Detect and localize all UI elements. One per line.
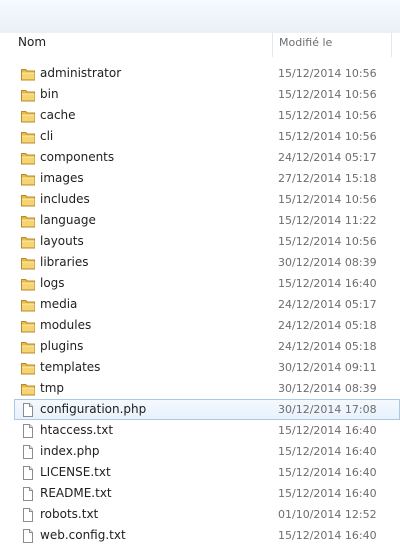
item-name: htaccess.txt (40, 423, 114, 437)
item-name: cache (40, 108, 76, 122)
folder-row[interactable]: templates 30/12/2014 09:11 (14, 357, 400, 378)
file-row[interactable]: configuration.php 30/12/2014 17:08 (14, 399, 400, 420)
item-name: plugins (40, 339, 84, 353)
item-name: README.txt (40, 486, 112, 500)
item-modified-date: 15/12/2014 10:56 (278, 67, 377, 80)
file-icon (20, 402, 36, 418)
folder-row[interactable]: logs 15/12/2014 16:40 (14, 273, 400, 294)
file-row[interactable]: htaccess.txt 15/12/2014 16:40 (14, 420, 400, 441)
item-modified-date: 27/12/2014 15:18 (278, 172, 377, 185)
item-name: web.config.txt (40, 528, 126, 542)
item-modified-date: 15/12/2014 16:40 (278, 529, 377, 542)
item-modified-date: 30/12/2014 17:08 (278, 403, 377, 416)
item-name: logs (40, 276, 65, 290)
item-modified-date: 15/12/2014 16:40 (278, 466, 377, 479)
file-row[interactable]: index.php 15/12/2014 16:40 (14, 441, 400, 462)
toolbar-strip (0, 0, 400, 34)
folder-row[interactable]: plugins 24/12/2014 05:18 (14, 336, 400, 357)
item-modified-date: 15/12/2014 11:22 (278, 214, 377, 227)
item-modified-date: 15/12/2014 16:40 (278, 277, 377, 290)
item-modified-date: 15/12/2014 10:56 (278, 88, 377, 101)
item-name: layouts (40, 234, 84, 248)
folder-row[interactable]: libraries 30/12/2014 08:39 (14, 252, 400, 273)
item-name: components (40, 150, 115, 164)
item-modified-date: 24/12/2014 05:18 (278, 319, 377, 332)
item-name: modules (40, 318, 92, 332)
folder-icon (20, 318, 36, 334)
item-modified-date: 30/12/2014 08:39 (278, 382, 377, 395)
item-modified-date: 24/12/2014 05:17 (278, 151, 377, 164)
folder-row[interactable]: components 24/12/2014 05:17 (14, 147, 400, 168)
file-row[interactable]: robots.txt 01/10/2014 12:52 (14, 504, 400, 525)
item-name: index.php (40, 444, 100, 458)
item-name: LICENSE.txt (40, 465, 111, 479)
column-divider[interactable] (272, 33, 273, 57)
item-modified-date: 15/12/2014 10:56 (278, 193, 377, 206)
item-modified-date: 15/12/2014 10:56 (278, 130, 377, 143)
item-modified-date: 01/10/2014 12:52 (278, 508, 377, 521)
folder-icon (20, 108, 36, 124)
folder-icon (20, 255, 36, 271)
item-name: robots.txt (40, 507, 99, 521)
folder-row[interactable]: cache 15/12/2014 10:56 (14, 105, 400, 126)
column-divider[interactable] (391, 33, 392, 57)
folder-row[interactable]: cli 15/12/2014 10:56 (14, 126, 400, 147)
folder-row[interactable]: language 15/12/2014 11:22 (14, 210, 400, 231)
file-icon (20, 528, 36, 544)
item-modified-date: 30/12/2014 08:39 (278, 256, 377, 269)
folder-row[interactable]: bin 15/12/2014 10:56 (14, 84, 400, 105)
item-name: language (40, 213, 96, 227)
folder-row[interactable]: modules 24/12/2014 05:18 (14, 315, 400, 336)
item-name: images (40, 171, 84, 185)
item-modified-date: 15/12/2014 10:56 (278, 109, 377, 122)
item-name: configuration.php (40, 402, 147, 416)
folder-icon (20, 360, 36, 376)
file-icon (20, 465, 36, 481)
file-row[interactable]: LICENSE.txt 15/12/2014 16:40 (14, 462, 400, 483)
item-modified-date: 24/12/2014 05:17 (278, 298, 377, 311)
item-name: libraries (40, 255, 89, 269)
file-icon (20, 507, 36, 523)
item-modified-date: 15/12/2014 10:56 (278, 235, 377, 248)
folder-icon (20, 129, 36, 145)
folder-icon (20, 339, 36, 355)
item-modified-date: 15/12/2014 16:40 (278, 424, 377, 437)
column-header-name[interactable]: Nom (18, 33, 271, 52)
folder-row[interactable]: includes 15/12/2014 10:56 (14, 189, 400, 210)
item-modified-date: 15/12/2014 16:40 (278, 445, 377, 458)
folder-icon (20, 192, 36, 208)
folder-icon (20, 150, 36, 166)
file-icon (20, 444, 36, 460)
item-name: media (40, 297, 78, 311)
folder-icon (20, 87, 36, 103)
folder-icon (20, 234, 36, 250)
item-modified-date: 24/12/2014 05:18 (278, 340, 377, 353)
folder-row[interactable]: administrator 15/12/2014 10:56 (14, 63, 400, 84)
file-row[interactable]: README.txt 15/12/2014 16:40 (14, 483, 400, 504)
item-modified-date: 30/12/2014 09:11 (278, 361, 377, 374)
column-header-modified[interactable]: Modifié le (279, 33, 389, 52)
item-name: includes (40, 192, 90, 206)
folder-row[interactable]: tmp 30/12/2014 08:39 (14, 378, 400, 399)
folder-icon (20, 381, 36, 397)
file-icon (20, 423, 36, 439)
folder-row[interactable]: media 24/12/2014 05:17 (14, 294, 400, 315)
folder-icon (20, 171, 36, 187)
folder-row[interactable]: layouts 15/12/2014 10:56 (14, 231, 400, 252)
column-header-row: Nom Modifié le (0, 33, 400, 57)
item-name: cli (40, 129, 54, 143)
item-modified-date: 15/12/2014 16:40 (278, 487, 377, 500)
folder-icon (20, 213, 36, 229)
item-name: templates (40, 360, 101, 374)
item-name: bin (40, 87, 59, 101)
item-name: tmp (40, 381, 65, 395)
file-row[interactable]: web.config.txt 15/12/2014 16:40 (14, 525, 400, 546)
folder-icon (20, 297, 36, 313)
folder-icon (20, 276, 36, 292)
item-name: administrator (40, 66, 122, 80)
folder-row[interactable]: images 27/12/2014 15:18 (14, 168, 400, 189)
file-icon (20, 486, 36, 502)
folder-icon (20, 66, 36, 82)
